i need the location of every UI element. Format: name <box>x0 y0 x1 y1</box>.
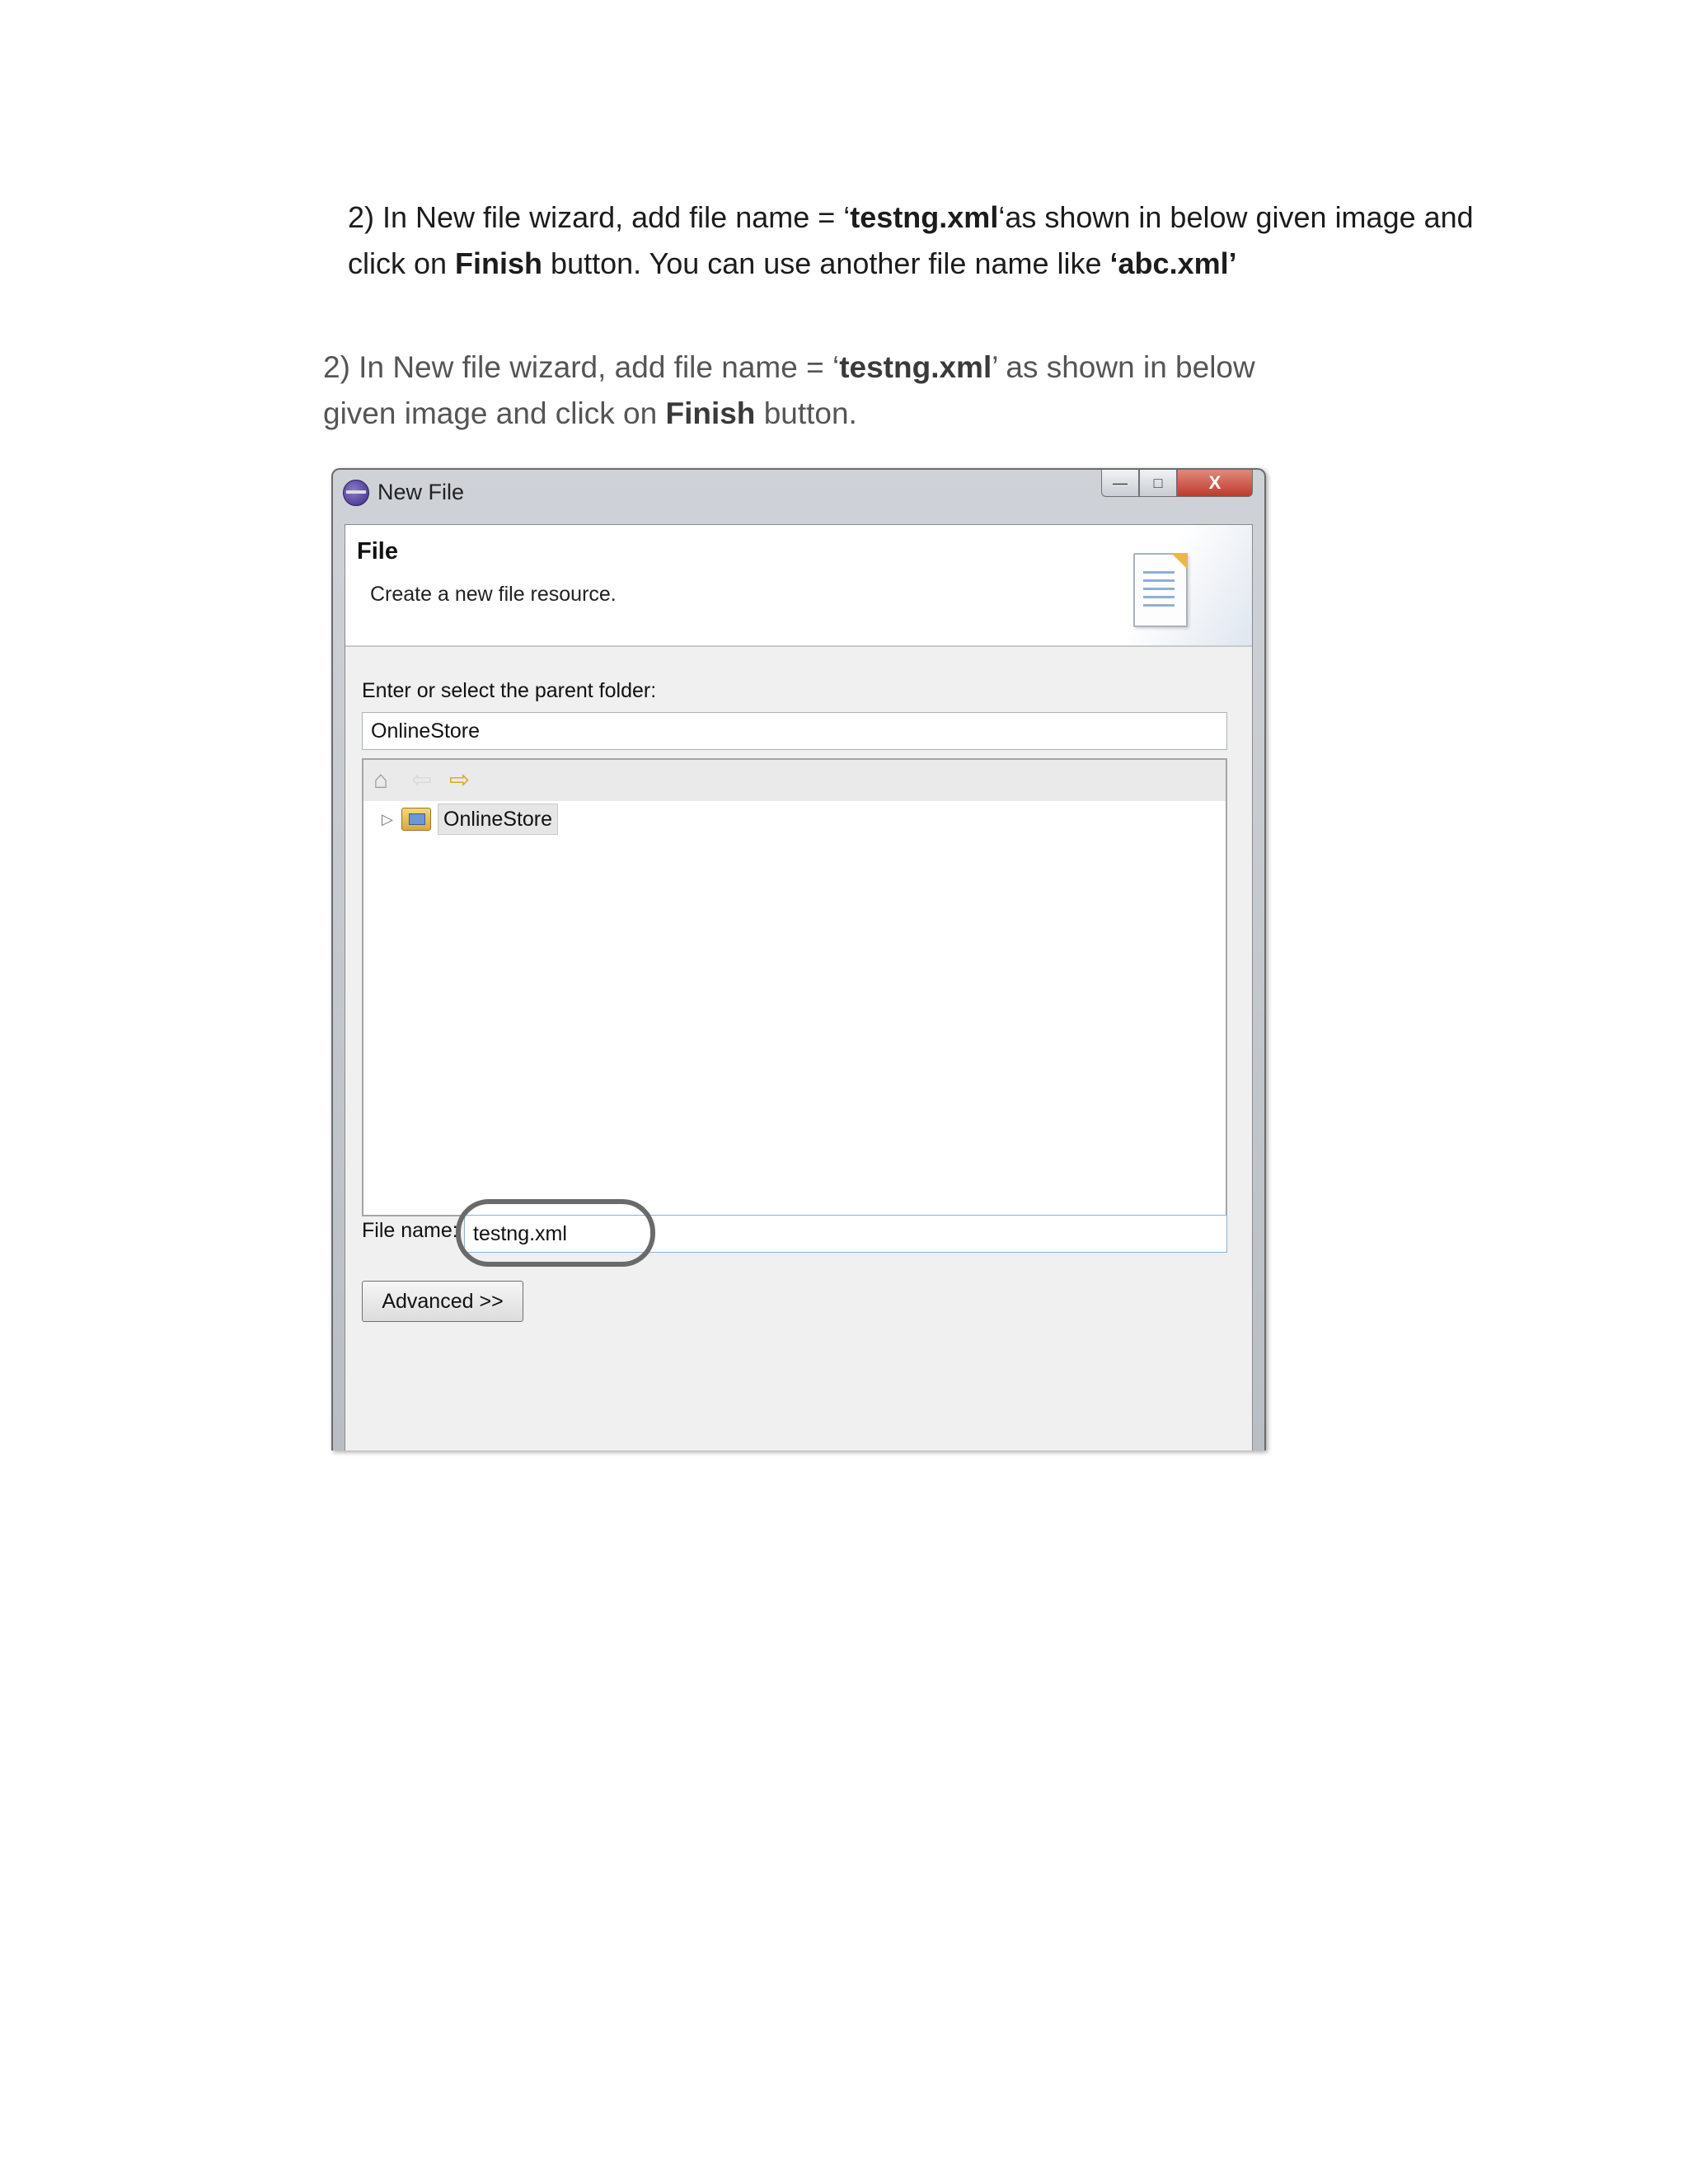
new-file-icon <box>1133 553 1188 627</box>
advanced-button[interactable]: Advanced >> <box>362 1281 523 1322</box>
forward-arrow-icon[interactable]: ⇨ <box>449 768 470 793</box>
caption-finish: Finish <box>665 396 756 430</box>
new-file-dialog: New File — □ X File Create a new file re… <box>331 468 1266 1451</box>
window-controls: — □ X <box>1101 470 1253 498</box>
header-title: File <box>357 538 398 565</box>
close-button[interactable]: X <box>1177 470 1253 497</box>
window-title: New File <box>377 480 465 504</box>
home-icon[interactable]: ⌂ <box>373 768 388 793</box>
tree-toolbar: ⌂ ⇦ ⇨ <box>363 760 1226 801</box>
header-description: Create a new file resource. <box>370 583 617 606</box>
back-arrow-icon[interactable]: ⇦ <box>411 768 432 793</box>
paragraph-finish: Finish <box>455 246 543 280</box>
maximize-button[interactable]: □ <box>1139 470 1177 497</box>
parent-folder-input[interactable]: OnlineStore <box>362 712 1227 750</box>
parent-folder-label: Enter or select the parent folder: <box>362 679 657 702</box>
caption-text: 2) In New file wizard, add file name = ‘ <box>323 350 840 384</box>
paragraph-text: 2) In New file wizard, add file name = ‘ <box>348 200 851 234</box>
instruction-paragraph: 2) In New file wizard, add file name = ‘… <box>348 194 1485 287</box>
screenshot-caption: 2) In New file wizard, add file name = ‘… <box>323 344 1312 437</box>
paragraph-text: button. You can use another file name li… <box>542 246 1110 280</box>
embedded-screenshot: 2) In New file wizard, add file name = ‘… <box>313 344 1315 1451</box>
dialog-body: File Create a new file resource. Enter o… <box>345 524 1253 1451</box>
file-name-highlight-circle <box>456 1199 655 1267</box>
project-folder-icon <box>401 808 431 831</box>
tree-item[interactable]: ▷ OnlineStore <box>382 801 559 837</box>
wizard-header: File Create a new file resource. <box>345 525 1252 647</box>
folder-tree[interactable]: ⌂ ⇦ ⇨ ▷ OnlineStore <box>362 758 1227 1216</box>
minimize-button[interactable]: — <box>1101 470 1139 497</box>
caption-filename: testng.xml <box>839 350 992 384</box>
tree-item-label[interactable]: OnlineStore <box>438 804 559 835</box>
title-bar[interactable]: New File — □ X <box>333 470 1264 514</box>
paragraph-alt-filename: ‘abc.xml’ <box>1109 246 1237 280</box>
eclipse-icon <box>343 480 369 506</box>
caption-text: button. <box>755 396 857 430</box>
expand-arrow-icon[interactable]: ▷ <box>382 811 401 828</box>
file-name-label: File name: <box>362 1219 458 1242</box>
paragraph-filename: testng.xml <box>850 200 999 234</box>
